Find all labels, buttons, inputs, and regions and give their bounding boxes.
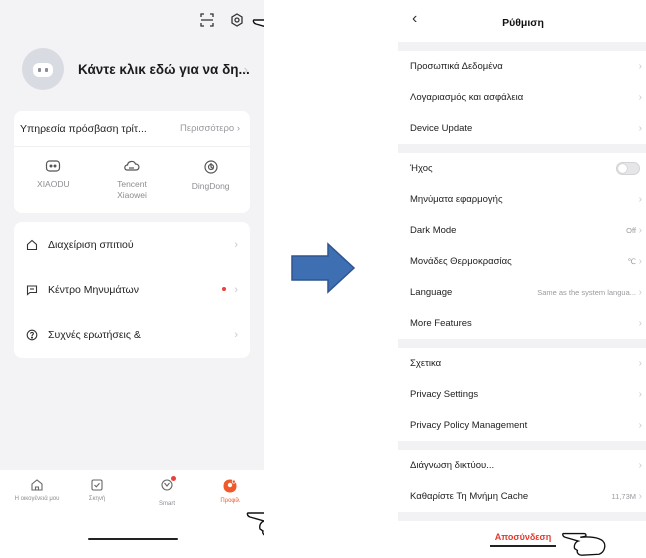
chevron-right-icon: › bbox=[638, 420, 642, 431]
nav-profile[interactable]: Προφίλ bbox=[205, 478, 255, 504]
profile-name[interactable]: Κάντε κλικ εδώ για να δη... bbox=[78, 62, 250, 77]
settings-row-privacy-settings[interactable]: Privacy Settings › bbox=[398, 379, 646, 410]
settings-row-about[interactable]: Σχετικα › bbox=[398, 348, 646, 379]
message-icon bbox=[26, 284, 38, 296]
settings-screen: ‹ Ρύθμιση Προσωπικά Δεδομένα › Λογαριασμό… bbox=[398, 0, 646, 558]
profile-header[interactable]: Κάντε κλικ εδώ για να δη... › bbox=[22, 44, 252, 94]
settings-row-dark-mode[interactable]: Dark Mode Off › bbox=[398, 215, 646, 246]
home-icon bbox=[26, 239, 38, 250]
pointing-hand-icon bbox=[252, 19, 264, 28]
chevron-right-icon: › bbox=[243, 62, 248, 77]
temperature-unit-value: ℃ bbox=[627, 257, 636, 266]
pointing-hand-icon bbox=[246, 512, 264, 536]
settings-row-account-security[interactable]: Λογαριασμός και ασφάλεια › bbox=[398, 82, 646, 113]
chevron-right-icon: › bbox=[638, 92, 642, 103]
logout-button[interactable]: Αποσύνδεση bbox=[398, 532, 646, 542]
settings-row-device-update[interactable]: Device Update › bbox=[398, 113, 646, 144]
nav-smart[interactable]: Smart bbox=[142, 476, 192, 507]
scene-icon bbox=[91, 479, 103, 491]
help-icon bbox=[26, 329, 38, 340]
services-title: Υπηρεσία πρόσβαση τρίτ... bbox=[20, 122, 147, 135]
chevron-right-icon: › bbox=[638, 318, 642, 329]
chevron-right-icon: › bbox=[638, 225, 642, 236]
dark-mode-value: Off bbox=[626, 226, 636, 235]
profile-icon bbox=[223, 479, 237, 493]
top-icons bbox=[200, 13, 244, 27]
third-party-services-card: Υπηρεσία πρόσβαση τρίτ... Περισσότερο › … bbox=[14, 111, 250, 213]
services-more-link[interactable]: Περισσότερο › bbox=[180, 123, 240, 134]
settings-row-clear-cache[interactable]: Καθαρίστε Τη Μνήμη Cache 11,73M › bbox=[398, 481, 646, 512]
language-value: Same as the system langua... bbox=[537, 288, 636, 297]
xiaodu-icon bbox=[46, 160, 61, 172]
chevron-right-icon: › bbox=[638, 491, 642, 502]
service-dingdong[interactable]: DingDong bbox=[176, 159, 246, 201]
chevron-right-icon: › bbox=[234, 283, 238, 296]
chevron-right-icon: › bbox=[638, 194, 642, 205]
menu-item-message-center[interactable]: Κέντρο Μηνυμάτων › bbox=[14, 267, 250, 312]
pointing-hand-icon bbox=[562, 532, 606, 556]
profile-menu-card: Διαχείριση σπιτιού › Κέντρο Μηνυμάτων › … bbox=[14, 222, 250, 358]
settings-row-more-features[interactable]: More Features › bbox=[398, 308, 646, 339]
chevron-right-icon: › bbox=[638, 61, 642, 72]
service-xiaodu[interactable]: XIAODU bbox=[18, 159, 88, 201]
chevron-right-icon: › bbox=[638, 358, 642, 369]
smart-badge bbox=[171, 476, 176, 481]
settings-row-personal-data[interactable]: Προσωπικά Δεδομένα › bbox=[398, 51, 646, 82]
chevron-right-icon: › bbox=[638, 123, 642, 134]
settings-header: ‹ Ρύθμιση bbox=[398, 0, 646, 42]
tencent-icon bbox=[124, 160, 140, 171]
settings-row-network-diagnosis[interactable]: Διάγνωση δικτύου... › bbox=[398, 450, 646, 481]
menu-item-home-management[interactable]: Διαχείριση σπιτιού › bbox=[14, 222, 250, 267]
home-indicator bbox=[88, 538, 178, 540]
chevron-right-icon: › bbox=[638, 389, 642, 400]
page-title: Ρύθμιση bbox=[502, 17, 544, 29]
avatar[interactable] bbox=[22, 48, 64, 90]
unread-badge bbox=[222, 287, 226, 291]
settings-row-sound: Ήχος bbox=[398, 153, 646, 184]
settings-row-language[interactable]: Language Same as the system langua... › bbox=[398, 277, 646, 308]
chevron-right-icon: › bbox=[638, 287, 642, 298]
profile-screen: Κάντε κλικ εδώ για να δη... › Υπηρεσία π… bbox=[0, 0, 264, 558]
chevron-right-icon: › bbox=[234, 328, 238, 341]
nav-scene[interactable]: Σκηνή bbox=[72, 478, 122, 502]
bottom-nav: Η οικογένειά μου Σκηνή Smart Προφίλ bbox=[0, 470, 264, 558]
scan-icon[interactable] bbox=[200, 13, 214, 27]
settings-row-app-notifications[interactable]: Μηνύματα εφαρμογής › bbox=[398, 184, 646, 215]
cache-size-value: 11,73M bbox=[611, 492, 636, 501]
settings-gear-icon[interactable] bbox=[230, 13, 244, 27]
chevron-right-icon: › bbox=[234, 238, 238, 251]
settings-row-temperature-units[interactable]: Μονάδες Θερμοκρασίας ℃ › bbox=[398, 246, 646, 277]
home-icon bbox=[31, 479, 43, 491]
nav-my-home[interactable]: Η οικογένειά μου bbox=[2, 478, 72, 502]
transition-arrow bbox=[291, 242, 356, 294]
dingdong-icon bbox=[204, 160, 218, 174]
chevron-right-icon: › bbox=[638, 256, 642, 267]
chevron-right-icon: › bbox=[638, 460, 642, 471]
menu-item-faq[interactable]: Συχνές ερωτήσεις & › bbox=[14, 312, 250, 357]
home-indicator bbox=[490, 545, 556, 547]
service-tencent-xiaowei[interactable]: Tencent Xiaowei bbox=[97, 159, 167, 201]
sound-toggle[interactable] bbox=[616, 162, 640, 175]
settings-row-privacy-policy[interactable]: Privacy Policy Management › bbox=[398, 410, 646, 441]
